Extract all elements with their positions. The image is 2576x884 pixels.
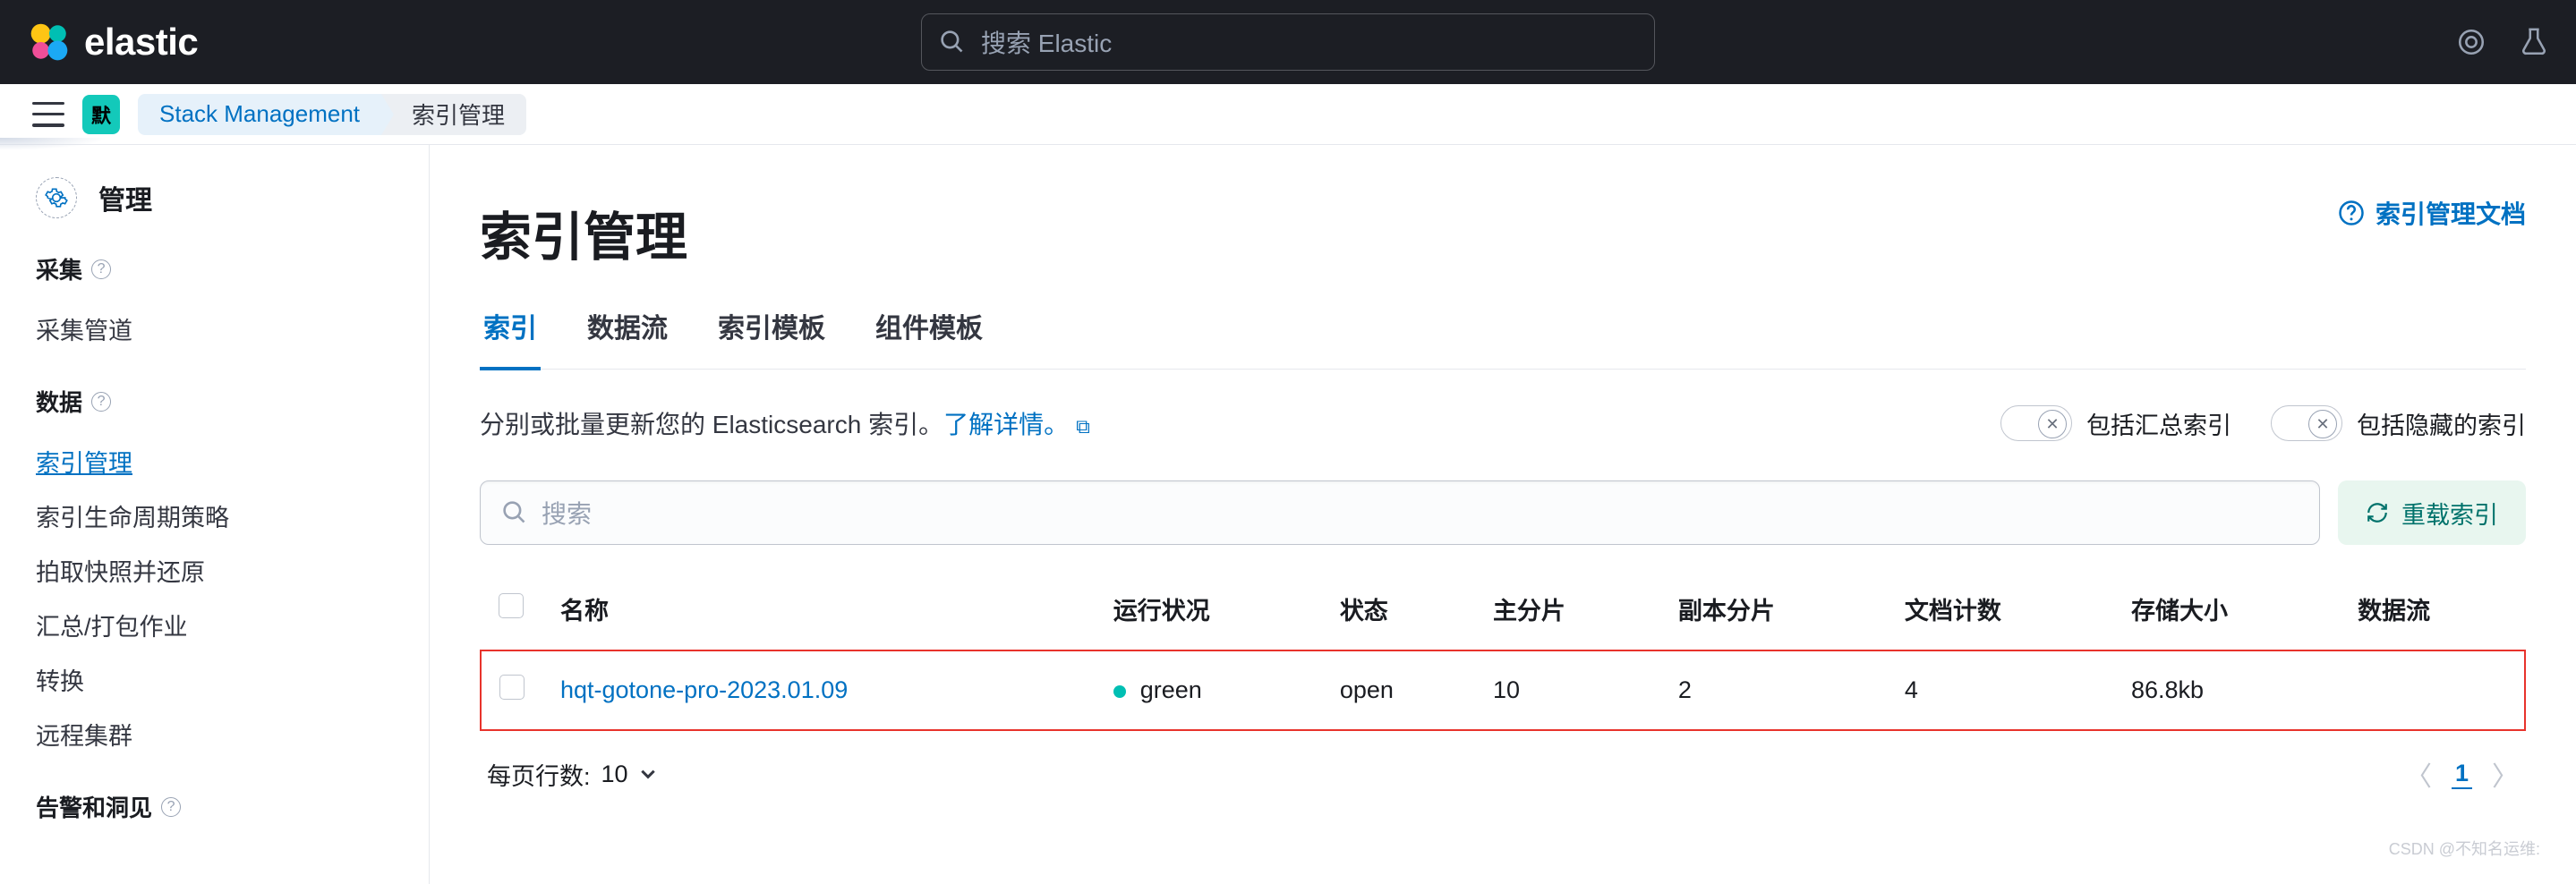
help-icon[interactable]: ? [91,259,111,279]
elastic-logo-icon [27,20,72,64]
sidebar-title: 管理 [98,178,152,217]
index-search-input[interactable]: 搜索 [480,480,2320,545]
sidebar-item-ingest-pipelines[interactable]: 采集管道 [36,302,393,356]
current-page[interactable]: 1 [2452,760,2472,789]
sidebar: 管理 采集? 采集管道 数据? 索引管理 索引生命周期策略 拍取快照并还原 汇总… [0,145,430,884]
help-circle-icon [2338,200,2365,226]
sidebar-section-title: 采集? [36,252,393,285]
description: 分别或批量更新您的 Elasticsearch 索引。了解详情。⧉ [480,405,1090,441]
col-health[interactable]: 运行状况 [1096,568,1322,650]
tab-component-templates[interactable]: 组件模板 [872,306,986,369]
next-page[interactable]: 〉 [2492,754,2519,794]
search-icon [940,30,965,55]
switch-rollup: 包括汇总索引 [2000,405,2231,441]
help-icon[interactable]: ? [91,392,111,412]
sidebar-section-title: 告警和洞见? [36,790,393,823]
external-link-icon: ⧉ [1076,415,1090,438]
cell-docs: 4 [1887,650,2113,730]
indices-table: 名称 运行状况 状态 主分片 副本分片 文档计数 存储大小 数据流 hqt-go… [480,568,2526,731]
refresh-icon [2366,501,2389,524]
cell-health: green [1096,650,1322,730]
switch-toggle[interactable] [2000,405,2072,441]
sidebar-item-rollup[interactable]: 汇总/打包作业 [36,598,393,652]
table-row[interactable]: hqt-gotone-pro-2023.01.09 green open 10 … [481,650,2525,730]
switch-hidden: 包括隐藏的索引 [2271,405,2526,441]
breadcrumb-index-management: 索引管理 [381,94,526,135]
tabs: 索引 数据流 索引模板 组件模板 [480,306,2526,370]
sidebar-item-index-management[interactable]: 索引管理 [36,434,393,489]
help-icon[interactable]: ? [161,797,181,817]
newsfeed-icon[interactable] [2456,27,2486,57]
row-checkbox[interactable] [499,675,525,700]
watermark: CSDN @不知名运维: [2389,837,2540,860]
index-name-link[interactable]: hqt-gotone-pro-2023.01.09 [560,676,848,703]
rows-per-page[interactable]: 每页行数: 10 [487,757,657,792]
prev-page[interactable]: 〈 [2405,754,2432,794]
header-right [2456,27,2549,57]
docs-link[interactable]: 索引管理文档 [2338,195,2526,231]
sidebar-section-ingest: 采集? 采集管道 [36,252,429,356]
sidebar-item-remote-clusters[interactable]: 远程集群 [36,707,393,761]
breadcrumb-stack-management[interactable]: Stack Management [138,94,381,135]
sidebar-section-alerts: 告警和洞见? [36,790,429,823]
sidebar-item-ilm[interactable]: 索引生命周期策略 [36,489,393,543]
global-search[interactable]: 搜索 Elastic [921,13,1655,71]
col-size[interactable]: 存储大小 [2113,568,2340,650]
col-stream[interactable]: 数据流 [2340,568,2525,650]
tab-data-streams[interactable]: 数据流 [584,306,671,369]
logo[interactable]: elastic [27,20,198,64]
space-badge[interactable]: 默 [82,95,120,134]
learn-more-link[interactable]: 了解详情。 [943,411,1069,438]
page-title: 索引管理 [480,195,687,270]
lab-icon[interactable] [2519,27,2549,57]
chevron-down-icon [639,765,657,783]
menu-toggle-icon[interactable] [32,102,64,127]
sidebar-header: 管理 [36,177,429,218]
cell-status: open [1322,650,1475,730]
select-all-checkbox[interactable] [499,593,524,618]
cell-size: 86.8kb [2113,650,2340,730]
pagination: 每页行数: 10 〈 1 〉 [480,731,2526,794]
col-primary[interactable]: 主分片 [1475,568,1660,650]
health-dot-icon [1113,685,1126,698]
switch-toggle[interactable] [2271,405,2342,441]
cell-replica: 2 [1660,650,1887,730]
col-replica[interactable]: 副本分片 [1660,568,1887,650]
gear-icon [36,177,77,218]
tab-index-templates[interactable]: 索引模板 [714,306,829,369]
sidebar-item-snapshot[interactable]: 拍取快照并还原 [36,543,393,598]
reload-button[interactable]: 重载索引 [2338,480,2526,545]
sidebar-item-transform[interactable]: 转换 [36,652,393,707]
cell-primary: 10 [1475,650,1660,730]
logo-text: elastic [84,21,198,64]
col-name[interactable]: 名称 [542,568,1096,650]
sidebar-section-data: 数据? 索引管理 索引生命周期策略 拍取快照并还原 汇总/打包作业 转换 远程集… [36,385,429,761]
cell-stream [2340,650,2525,730]
search-icon [502,500,527,525]
tab-indices[interactable]: 索引 [480,306,541,370]
breadcrumb-bar: 默 Stack Management 索引管理 [0,84,2576,145]
col-status[interactable]: 状态 [1322,568,1475,650]
top-header: elastic 搜索 Elastic [0,0,2576,84]
search-placeholder: 搜索 Elastic [981,24,1112,60]
sidebar-section-title: 数据? [36,385,393,418]
main-content: 索引管理 索引管理文档 索引 数据流 索引模板 组件模板 分别或批量更新您的 E… [430,145,2576,884]
breadcrumb: Stack Management 索引管理 [138,94,526,135]
col-docs[interactable]: 文档计数 [1887,568,2113,650]
